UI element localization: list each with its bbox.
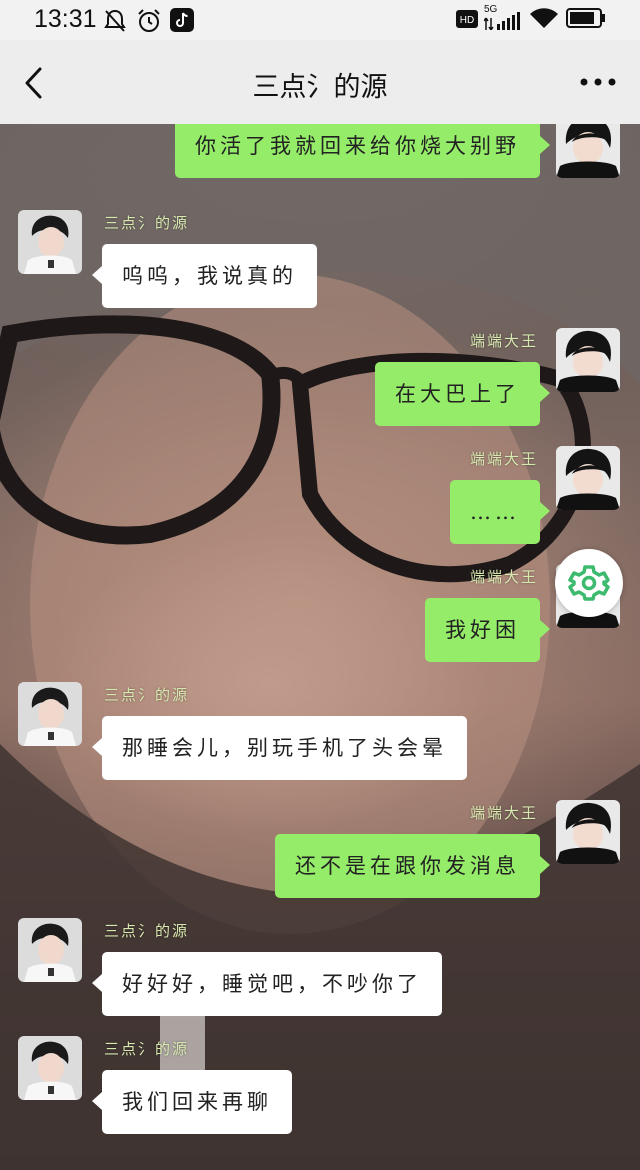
mute-bell-icon [104,9,126,32]
chat-title: 三点氵的源 [252,72,388,102]
alarm-icon [138,9,160,32]
avatar-image [18,682,82,746]
hd-icon: HD [456,10,478,28]
message-row: 端端大王 我好困 [0,564,640,674]
message-bubble[interactable]: 我好困 [425,598,550,662]
wifi-icon [530,8,558,29]
avatar[interactable] [18,210,82,274]
avatar-image [18,210,82,274]
sender-name: 三点氵的源 [104,922,190,940]
message-row: 三点氵的源 我们回来再聊 [0,1036,640,1146]
message-bubble[interactable]: …… [450,480,550,544]
message-bubble[interactable]: 我们回来再聊 [92,1070,292,1134]
chat-messages[interactable]: 你活了我就回来给你烧大别野 三点氵的源 呜呜，我说真的 端端大王 在大巴上了 端… [0,124,640,1170]
avatar[interactable] [556,800,620,864]
hd-label: HD [460,15,474,26]
message-row: 端端大王 还不是在跟你发消息 [0,800,640,910]
message-bubble[interactable]: 呜呜，我说真的 [92,244,317,308]
status-bar: 13:31 HD 5G [0,0,640,40]
battery-icon [566,8,605,28]
floating-settings-button[interactable] [555,549,623,617]
sender-name: 端端大王 [469,804,538,822]
message-row: 三点氵的源 那睡会儿，别玩手机了头会晕 [0,682,640,792]
avatar-image [556,446,620,510]
message-bubble[interactable]: 在大巴上了 [375,362,550,426]
avatar[interactable] [18,1036,82,1100]
avatar[interactable] [556,446,620,510]
gear-icon [568,565,610,601]
message-row: 端端大王 在大巴上了 [0,328,640,438]
sender-name: 端端大王 [469,332,538,350]
tiktok-icon [170,8,194,32]
message-bubble[interactable]: 你活了我就回来给你烧大别野 [175,124,550,178]
avatar-image [18,1036,82,1100]
avatar-image [556,328,620,392]
message-row: 三点氵的源 好好好，睡觉吧，不吵你了 [0,918,640,1028]
message-row: 端端大王 …… [0,446,640,556]
avatar[interactable] [556,328,620,392]
chat-header: 三点氵的源 [0,40,640,124]
signal-icon [484,12,520,30]
sender-name: 三点氵的源 [104,686,190,704]
status-time: 13:31 [34,5,97,33]
message-bubble[interactable]: 还不是在跟你发消息 [275,834,550,898]
sender-name: 三点氵的源 [104,1040,190,1058]
sender-name: 三点氵的源 [104,214,190,232]
sender-name: 端端大王 [469,450,538,468]
message-row: 你活了我就回来给你烧大别野 [0,124,640,194]
more-dots-icon[interactable] [578,72,618,92]
message-bubble[interactable]: 好好好，睡觉吧，不吵你了 [92,952,442,1016]
message-bubble[interactable]: 那睡会儿，别玩手机了头会晕 [92,716,467,780]
avatar[interactable] [18,682,82,746]
avatar-image [556,124,620,178]
message-row: 三点氵的源 呜呜，我说真的 [0,210,640,320]
avatar[interactable] [18,918,82,982]
sender-name: 端端大王 [469,568,538,586]
avatar-image [556,800,620,864]
avatar-image [18,918,82,982]
avatar[interactable] [556,124,620,178]
